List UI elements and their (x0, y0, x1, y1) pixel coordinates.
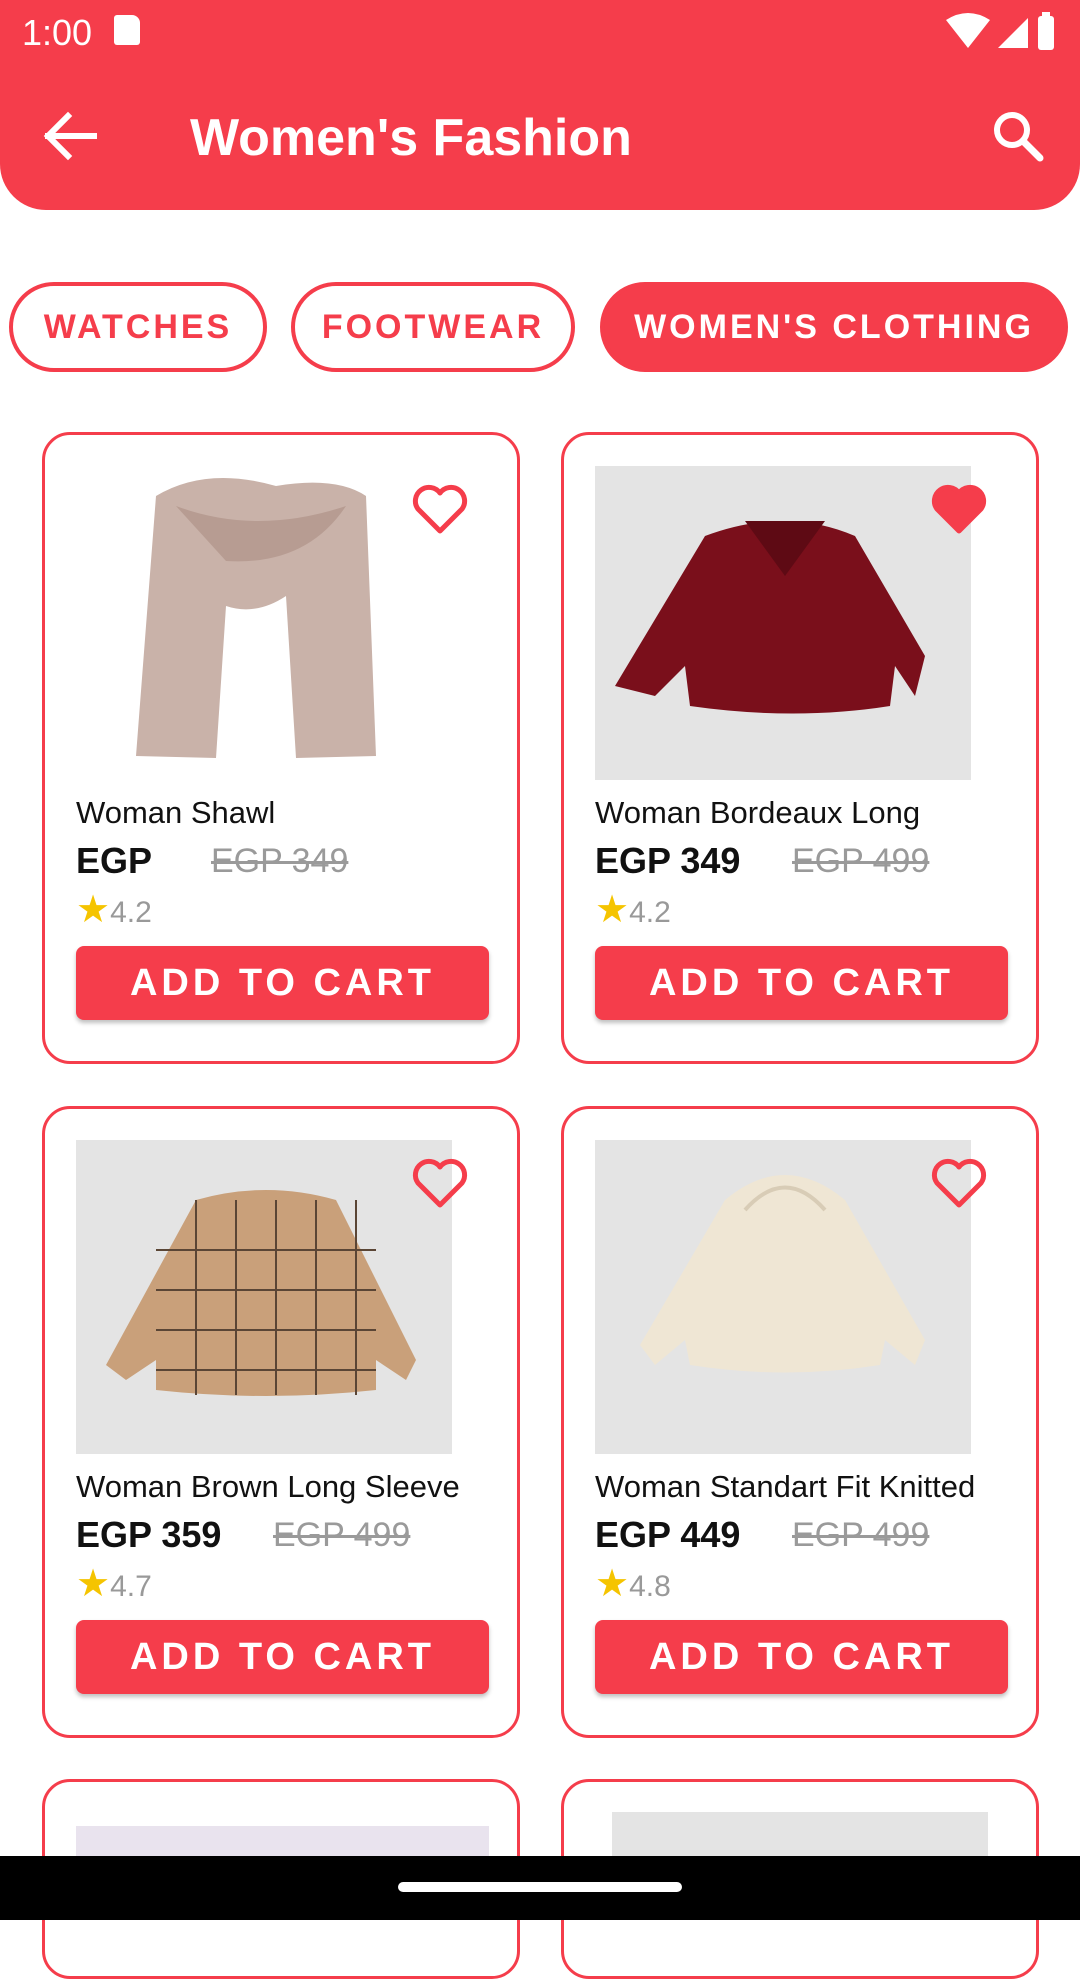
product-price: EGP (76, 840, 153, 881)
home-gesture-handle[interactable] (398, 1882, 682, 1892)
product-name: Woman Shawl (76, 795, 276, 830)
app-bar: 1:00 Women's Fashion (0, 0, 1080, 210)
search-icon[interactable] (992, 110, 1044, 162)
product-image (76, 1140, 452, 1454)
heart-outline-icon[interactable] (411, 483, 469, 535)
product-old-price: EGP 349 (211, 842, 349, 880)
rating-value: 4.8 (629, 1570, 671, 1603)
product-image (612, 1812, 988, 1862)
star-icon: ★ (76, 889, 111, 931)
system-nav-bar (0, 1856, 1080, 1920)
status-bar: 1:00 (0, 0, 1080, 62)
add-to-cart-button[interactable]: ADD TO CART (595, 1620, 1008, 1694)
signal-icon (998, 18, 1028, 48)
product-name: Woman Brown Long Sleeve (76, 1469, 460, 1504)
product-image (595, 466, 971, 780)
star-icon: ★ (595, 889, 630, 931)
star-icon: ★ (76, 1563, 111, 1605)
sd-card-icon (114, 15, 140, 45)
product-old-price: EGP 499 (792, 1516, 930, 1554)
chip-watches[interactable]: WATCHES (9, 282, 267, 372)
add-to-cart-button[interactable]: ADD TO CART (595, 946, 1008, 1020)
chip-womens-clothing[interactable]: WOMEN'S CLOTHING (600, 282, 1068, 372)
rating-value: 4.2 (629, 896, 671, 929)
product-old-price: EGP 499 (792, 842, 930, 880)
status-icons (946, 12, 1054, 50)
heart-filled-icon[interactable] (930, 483, 988, 535)
product-price: EGP 449 (595, 1514, 741, 1555)
page-title: Women's Fashion (190, 109, 632, 167)
product-name: Woman Standart Fit Knitted (595, 1469, 976, 1504)
product-rating: ★4.8 (595, 1561, 671, 1606)
add-to-cart-button[interactable]: ADD TO CART (76, 1620, 489, 1694)
product-price: EGP 349 (595, 840, 741, 881)
rating-value: 4.2 (110, 896, 152, 929)
product-card[interactable]: Woman Standart Fit Knitted EGP 449 EGP 4… (561, 1106, 1039, 1738)
product-name: Woman Bordeaux Long (595, 795, 921, 830)
product-rating: ★4.2 (595, 887, 671, 932)
product-card[interactable]: Woman Brown Long Sleeve EGP 359 EGP 499 … (42, 1106, 520, 1738)
product-card[interactable]: Woman Bordeaux Long EGP 349 EGP 499 ★4.2… (561, 432, 1039, 1064)
back-arrow-icon[interactable] (42, 108, 102, 164)
rating-value: 4.7 (110, 1570, 152, 1603)
wifi-icon (946, 13, 990, 48)
add-to-cart-button[interactable]: ADD TO CART (76, 946, 489, 1020)
product-rating: ★4.2 (76, 887, 152, 932)
product-card[interactable]: Woman Shawl EGP EGP 349 ★4.2 ADD TO CART (42, 432, 520, 1064)
product-price: EGP 359 (76, 1514, 222, 1555)
heart-outline-icon[interactable] (411, 1157, 469, 1209)
product-image (76, 466, 452, 780)
product-old-price: EGP 499 (273, 1516, 411, 1554)
product-image (595, 1140, 971, 1454)
status-time: 1:00 (22, 12, 93, 53)
heart-outline-icon[interactable] (930, 1157, 988, 1209)
product-rating: ★4.7 (76, 1561, 152, 1606)
star-icon: ★ (595, 1563, 630, 1605)
battery-icon (1038, 16, 1054, 50)
chip-footwear[interactable]: FOOTWEAR (291, 282, 575, 372)
